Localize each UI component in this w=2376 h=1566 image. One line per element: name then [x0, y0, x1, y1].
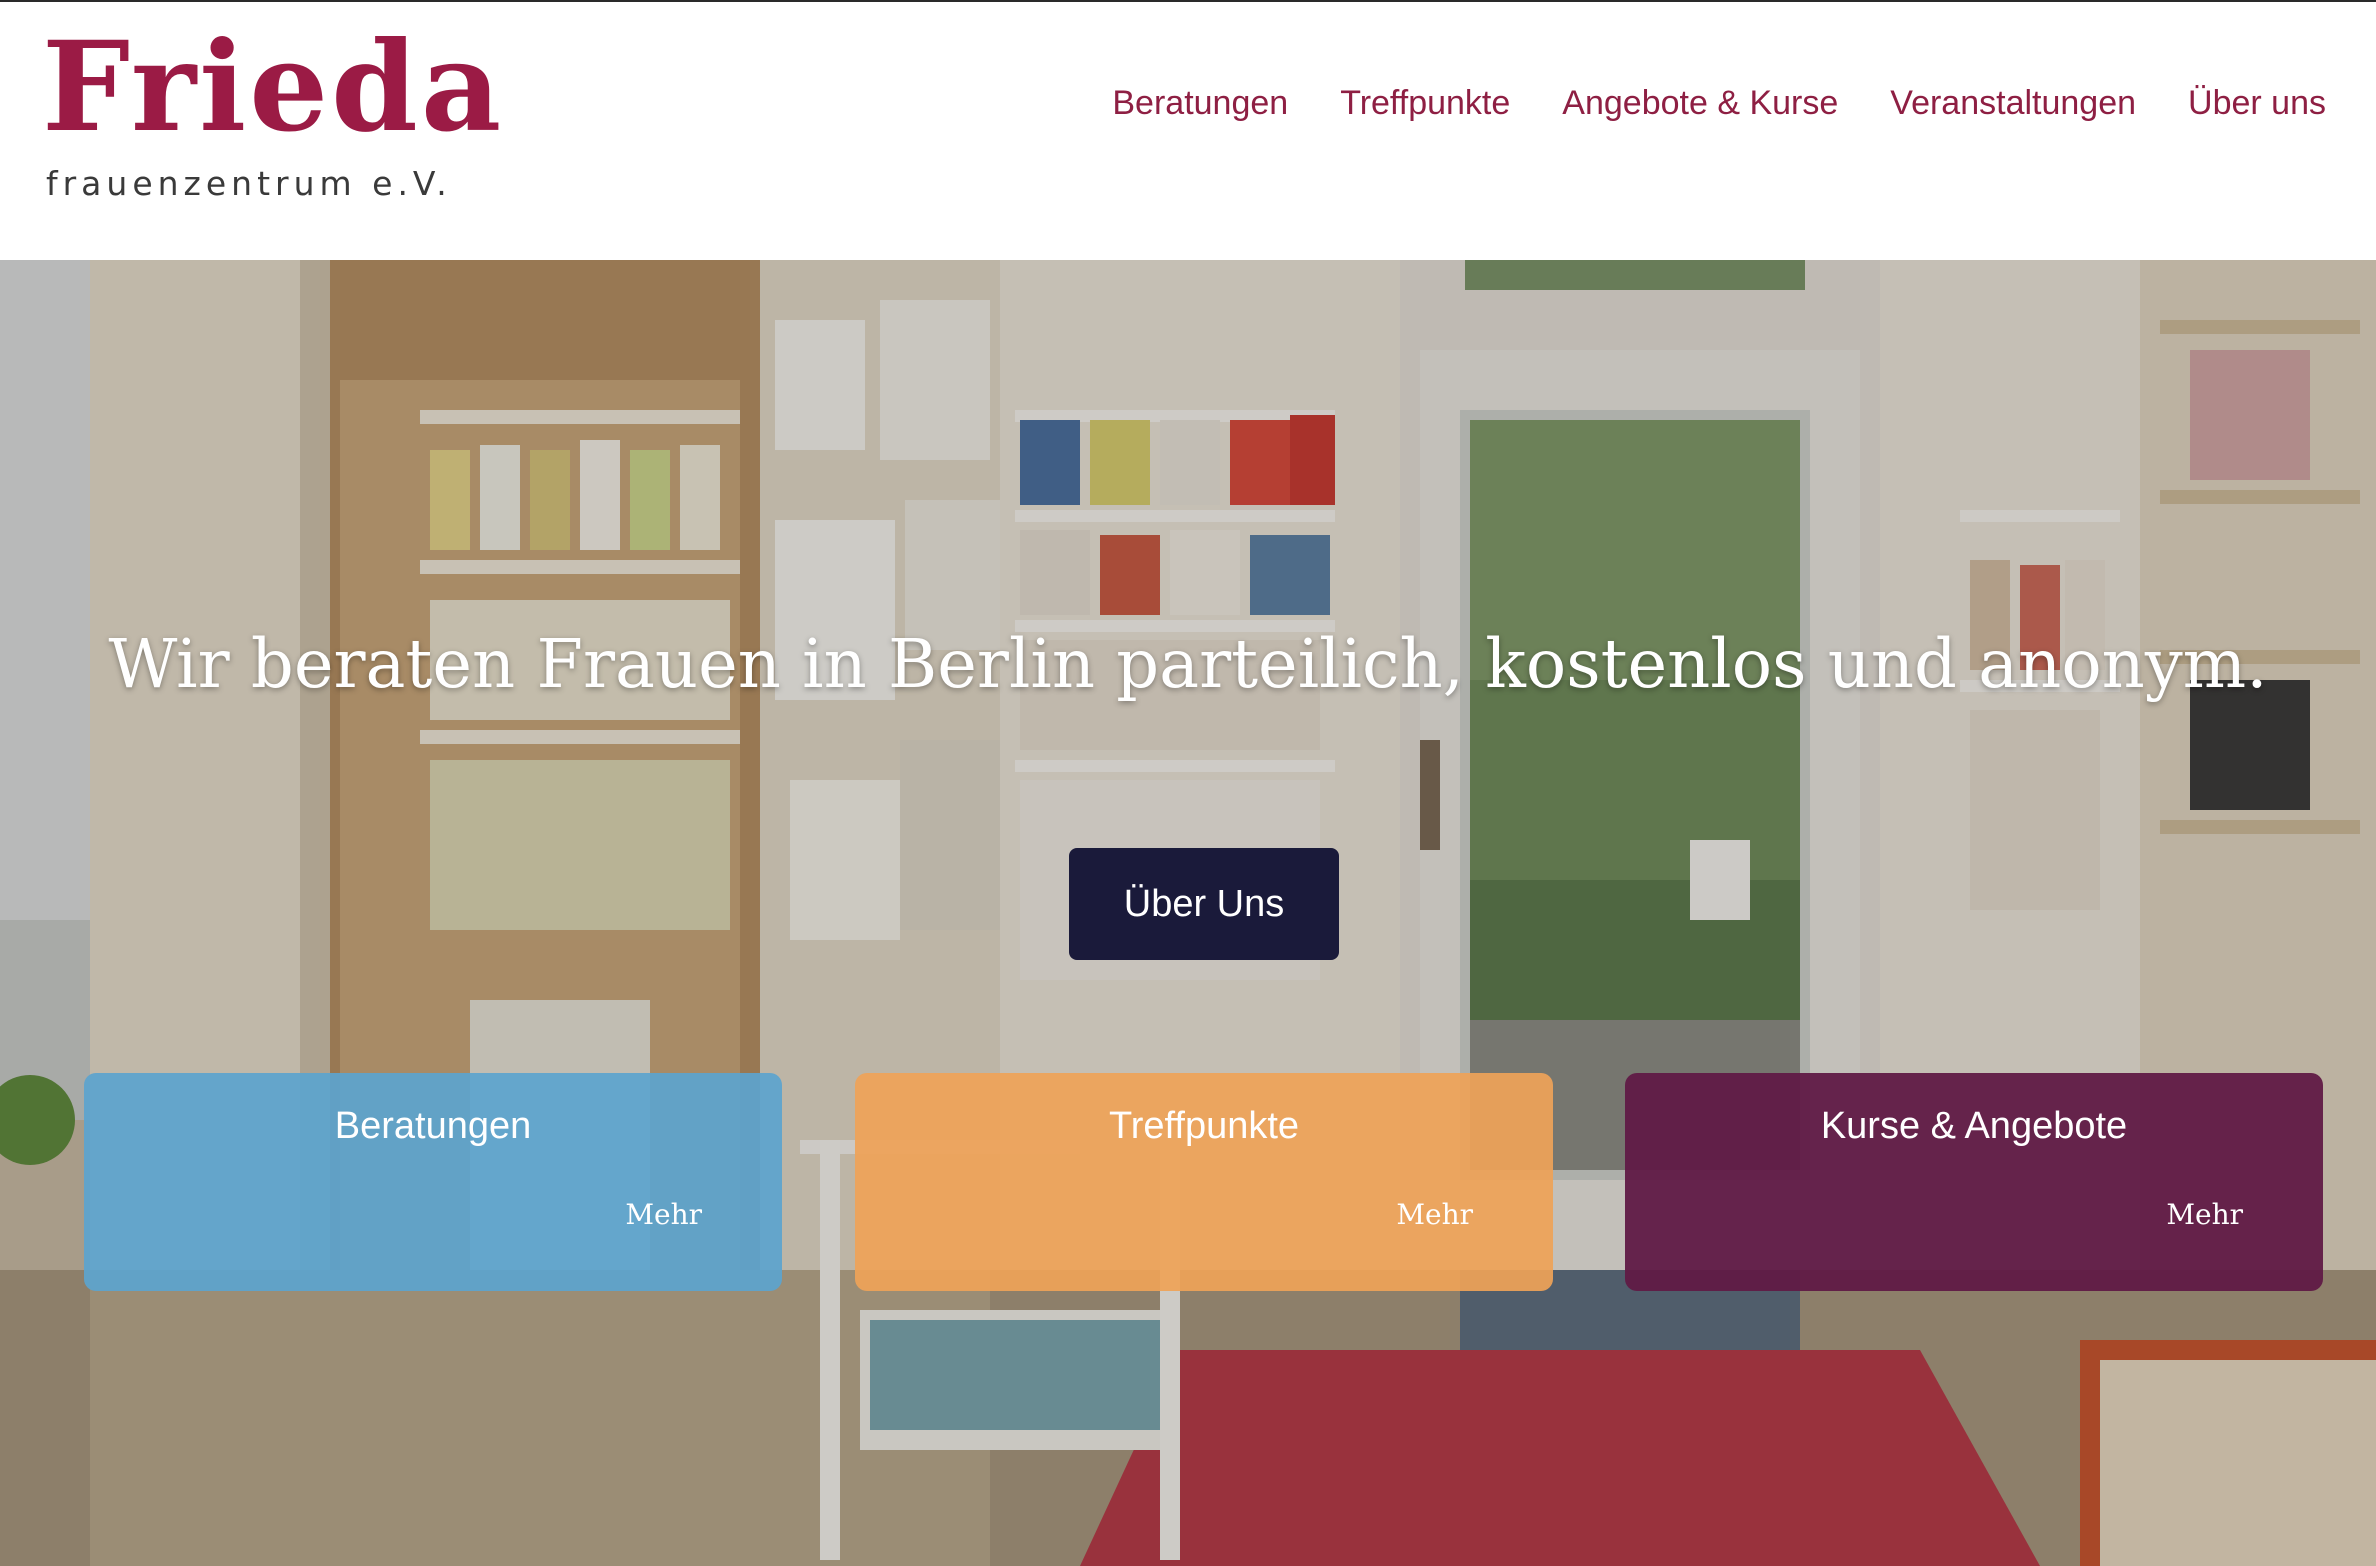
- hero-headline: Wir beraten Frauen in Berlin parteilich,…: [108, 625, 2268, 703]
- site-logo[interactable]: Frieda frauenzentrum e.V.: [42, 26, 501, 210]
- site-header: Frieda frauenzentrum e.V. Beratungen Tre…: [0, 2, 2376, 260]
- card-title: Beratungen: [334, 1105, 532, 1147]
- card-more-link[interactable]: Mehr: [2166, 1198, 2243, 1231]
- hero-section: Wir beraten Frauen in Berlin parteilich,…: [0, 260, 2376, 1566]
- card-more-link[interactable]: Mehr: [1396, 1198, 1473, 1231]
- card-title: Kurse & Angebote: [1820, 1105, 2128, 1147]
- logo-wordmark: Frieda: [42, 15, 505, 160]
- nav-beratungen[interactable]: Beratungen: [1112, 84, 1288, 123]
- card-treffpunkte[interactable]: Treffpunkte Mehr: [855, 1073, 1553, 1291]
- main-nav: Beratungen Treffpunkte Angebote & Kurse …: [1112, 84, 2326, 123]
- nav-angebote-kurse[interactable]: Angebote & Kurse: [1562, 84, 1838, 123]
- card-kurse-angebote[interactable]: Kurse & Angebote Mehr: [1625, 1073, 2323, 1291]
- nav-veranstaltungen[interactable]: Veranstaltungen: [1890, 84, 2136, 123]
- logo-subtitle: frauenzentrum e.V.: [46, 164, 452, 203]
- card-more-link[interactable]: Mehr: [625, 1198, 702, 1231]
- card-beratungen[interactable]: Beratungen Mehr: [84, 1073, 782, 1291]
- card-title: Treffpunkte: [1108, 1105, 1300, 1147]
- about-us-button[interactable]: Über Uns: [1069, 848, 1339, 960]
- nav-treffpunkte[interactable]: Treffpunkte: [1340, 84, 1510, 123]
- nav-ueber-uns[interactable]: Über uns: [2188, 84, 2326, 123]
